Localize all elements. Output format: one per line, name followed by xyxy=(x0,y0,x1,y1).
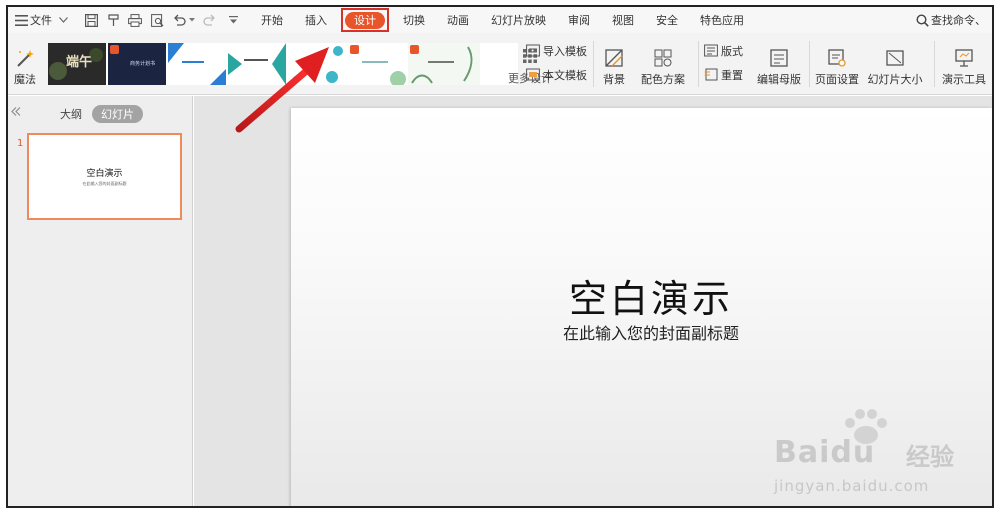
presentation-tools-icon xyxy=(954,48,974,68)
command-search[interactable]: 查找命令、 xyxy=(915,7,986,33)
slide-thumbnail-subtitle: 在此输入您的封面副标题 xyxy=(82,181,127,186)
reset-icon xyxy=(704,68,718,82)
template-thumbnail-text: 端午 xyxy=(66,55,93,70)
hamburger-icon xyxy=(14,13,28,27)
design-tab-highlight: 设计 xyxy=(341,8,389,32)
tab-slides[interactable]: 幻灯片 xyxy=(92,105,143,123)
page-setup-icon xyxy=(827,48,847,68)
template-thumbnail-text: 商务计划书 xyxy=(130,61,156,67)
tab-transitions[interactable]: 切换 xyxy=(392,7,436,33)
template-thumbnail[interactable] xyxy=(168,43,226,85)
print-preview-icon[interactable] xyxy=(150,13,164,27)
text-template-icon xyxy=(526,68,540,82)
color-scheme-icon xyxy=(653,48,673,68)
watermark-brand-cn: 经验 xyxy=(906,443,954,471)
color-scheme-button[interactable]: 配色方案 xyxy=(636,41,690,87)
slide-number: 1 xyxy=(17,138,24,149)
background-button[interactable]: 背景 xyxy=(598,41,630,87)
import-template-label: 导入模板 xyxy=(543,45,587,58)
layout-icon xyxy=(704,44,718,58)
template-gallery: 端午 商务计划书 更多设计 xyxy=(48,43,552,85)
edit-master-label: 编辑母版 xyxy=(757,73,801,86)
tab-outline[interactable]: 大纲 xyxy=(60,106,82,122)
template-thumbnail[interactable] xyxy=(288,43,346,85)
reset-button[interactable]: 重置 xyxy=(704,67,743,83)
import-template-icon xyxy=(526,44,540,58)
layout-label: 版式 xyxy=(721,45,743,58)
undo-icon[interactable] xyxy=(172,13,186,27)
customize-toolbar-icon[interactable] xyxy=(226,13,240,27)
tab-security[interactable]: 安全 xyxy=(645,7,689,33)
template-thumbnail[interactable] xyxy=(228,43,286,85)
color-scheme-label: 配色方案 xyxy=(641,73,685,86)
watermark-url: jingyan.baidu.com xyxy=(774,477,930,495)
text-template-button[interactable]: 本文模板 xyxy=(526,67,587,83)
presentation-tools-label: 演示工具 xyxy=(942,73,986,86)
slide-size-button[interactable]: 幻灯片大小 xyxy=(864,41,926,87)
slide-size-label: 幻灯片大小 xyxy=(867,73,923,86)
template-badge-icon xyxy=(350,45,359,54)
file-menu[interactable]: 文件 xyxy=(8,7,78,33)
slide-thumbnail-title: 空白演示 xyxy=(86,169,123,179)
magic-label: 魔法 xyxy=(14,73,36,86)
tab-review[interactable]: 审阅 xyxy=(557,7,601,33)
text-template-label: 本文模板 xyxy=(543,69,587,82)
edit-master-button[interactable]: 编辑母版 xyxy=(754,41,804,87)
tab-animations[interactable]: 动画 xyxy=(436,7,480,33)
ribbon-separator xyxy=(593,41,594,87)
save-icon[interactable] xyxy=(84,13,98,27)
slide-size-icon xyxy=(885,48,905,68)
edit-master-icon xyxy=(769,48,789,68)
template-badge-icon xyxy=(410,45,419,54)
slide-subtitle[interactable]: 在此输入您的封面副标题 xyxy=(291,320,992,344)
collapse-panel-icon[interactable] xyxy=(11,106,21,119)
redo-icon[interactable] xyxy=(202,13,216,27)
file-menu-label: 文件 xyxy=(30,14,52,27)
reset-label: 重置 xyxy=(721,69,743,82)
app-window: 文件 开始 插入 设计 切换 动画 幻灯片放映 审阅 视图 安全 特色应用 查找… xyxy=(6,5,994,508)
background-icon xyxy=(604,48,624,68)
import-template-button[interactable]: 导入模板 xyxy=(526,43,587,59)
tab-slideshow[interactable]: 幻灯片放映 xyxy=(480,7,557,33)
ribbon-separator xyxy=(698,41,699,87)
layout-button[interactable]: 版式 xyxy=(704,43,743,59)
background-label: 背景 xyxy=(603,73,625,86)
format-painter-icon[interactable] xyxy=(106,13,120,27)
slide-thumbnail[interactable]: 空白演示 在此输入您的封面副标题 xyxy=(27,133,182,220)
ribbon-separator xyxy=(934,41,935,87)
magic-button[interactable]: 魔法 xyxy=(12,41,38,87)
quick-access-toolbar xyxy=(78,7,250,33)
slide-panel: 大纲 幻灯片 1 空白演示 在此输入您的封面副标题 xyxy=(8,96,193,506)
tab-view[interactable]: 视图 xyxy=(601,7,645,33)
tab-special-features[interactable]: 特色应用 xyxy=(689,7,755,33)
presentation-tools-button[interactable]: 演示工具 xyxy=(938,41,990,87)
tab-design[interactable]: 设计 xyxy=(345,11,385,29)
search-icon xyxy=(915,13,929,27)
template-thumbnail[interactable] xyxy=(408,43,480,85)
print-icon[interactable] xyxy=(128,13,142,27)
ribbon-separator xyxy=(809,41,810,87)
menu-bar: 文件 开始 插入 设计 切换 动画 幻灯片放映 审阅 视图 安全 特色应用 查找… xyxy=(8,7,992,33)
page-setup-label: 页面设置 xyxy=(815,73,859,86)
baidu-watermark: Baidu 经验 jingyan.baidu.com xyxy=(756,407,986,506)
tab-insert[interactable]: 插入 xyxy=(294,7,338,33)
slide-title[interactable]: 空白演示 xyxy=(291,268,992,323)
search-label: 查找命令、 xyxy=(931,14,986,27)
magic-wand-icon xyxy=(15,48,35,68)
design-ribbon: 魔法 端午 商务计划书 更多设计 导入模板 本文模板 背景 配色方案 版式 重置… xyxy=(8,33,992,95)
template-thumbnail[interactable] xyxy=(348,43,406,85)
template-badge-icon xyxy=(110,45,119,54)
tab-home[interactable]: 开始 xyxy=(250,7,294,33)
template-thumbnail[interactable]: 商务计划书 xyxy=(108,43,166,85)
template-thumbnail[interactable]: 端午 xyxy=(48,43,106,85)
chevron-down-icon xyxy=(56,13,70,27)
watermark-brand: Baidu xyxy=(774,435,876,470)
undo-dropdown-icon[interactable] xyxy=(188,13,196,27)
page-setup-button[interactable]: 页面设置 xyxy=(814,41,860,87)
